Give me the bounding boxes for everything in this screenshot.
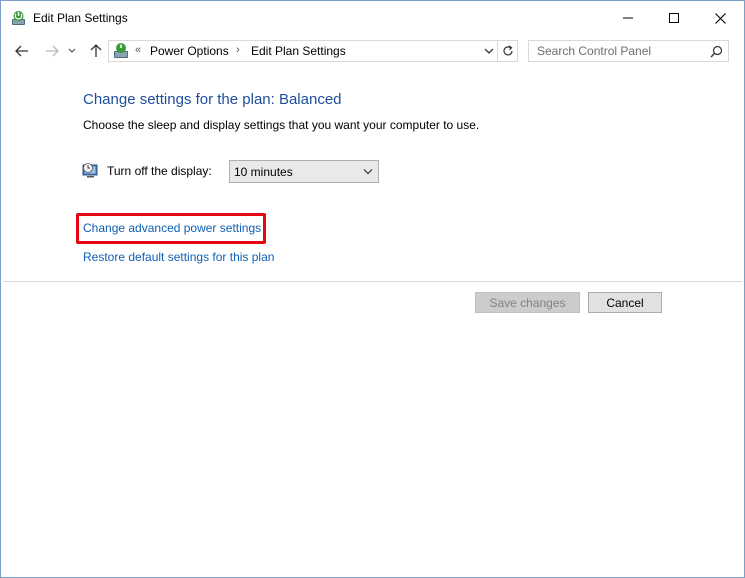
turn-off-display-label: Turn off the display:	[107, 164, 212, 178]
restore-default-settings-link[interactable]: Restore default settings for this plan	[83, 250, 274, 264]
search-input[interactable]: Search Control Panel	[528, 40, 729, 62]
turn-off-display-select[interactable]: 10 minutes	[229, 160, 379, 183]
forward-arrow-icon	[46, 45, 59, 57]
address-dropdown-icon[interactable]	[483, 45, 495, 57]
close-icon	[714, 12, 726, 24]
address-bar[interactable]: « Power Options › Edit Plan Settings	[108, 40, 498, 62]
close-button[interactable]	[697, 1, 743, 35]
search-placeholder: Search Control Panel	[537, 44, 652, 58]
refresh-icon	[502, 45, 513, 56]
breadcrumb-edit-plan-settings[interactable]: Edit Plan Settings	[251, 44, 346, 58]
page-title: Change settings for the plan: Balanced	[83, 91, 342, 108]
back-arrow-icon	[15, 45, 28, 57]
breadcrumb-overflow[interactable]: «	[135, 44, 141, 56]
divider	[3, 281, 742, 282]
window-title: Edit Plan Settings	[33, 11, 128, 25]
up-button[interactable]	[87, 42, 105, 60]
search-icon[interactable]	[710, 45, 723, 58]
back-button[interactable]	[13, 42, 31, 60]
refresh-button[interactable]	[498, 40, 518, 62]
title-bar: Edit Plan Settings	[1, 1, 744, 35]
breadcrumb-separator[interactable]: ›	[236, 44, 240, 56]
page-subtitle: Choose the sleep and display settings th…	[83, 118, 480, 132]
maximize-button[interactable]	[651, 1, 697, 35]
minimize-button[interactable]	[605, 1, 651, 35]
display-icon	[82, 163, 98, 178]
recent-locations-button[interactable]	[66, 42, 78, 60]
minimize-icon	[623, 17, 633, 19]
edit-plan-settings-window: Edit Plan Settings « Power Options › Edi…	[0, 0, 745, 578]
control-panel-icon	[114, 43, 128, 58]
up-arrow-icon	[90, 44, 102, 57]
chevron-down-icon	[363, 169, 373, 175]
maximize-icon	[669, 13, 679, 23]
chevron-down-icon	[68, 48, 76, 53]
breadcrumb-power-options[interactable]: Power Options	[150, 44, 229, 58]
turn-off-display-value: 10 minutes	[234, 165, 293, 179]
forward-button[interactable]	[43, 42, 61, 60]
power-options-icon	[12, 11, 25, 25]
change-advanced-power-settings-link[interactable]: Change advanced power settings	[83, 221, 261, 235]
navigation-bar: « Power Options › Edit Plan Settings Sea…	[1, 35, 744, 67]
save-changes-button[interactable]: Save changes	[475, 292, 580, 313]
cancel-button[interactable]: Cancel	[588, 292, 662, 313]
